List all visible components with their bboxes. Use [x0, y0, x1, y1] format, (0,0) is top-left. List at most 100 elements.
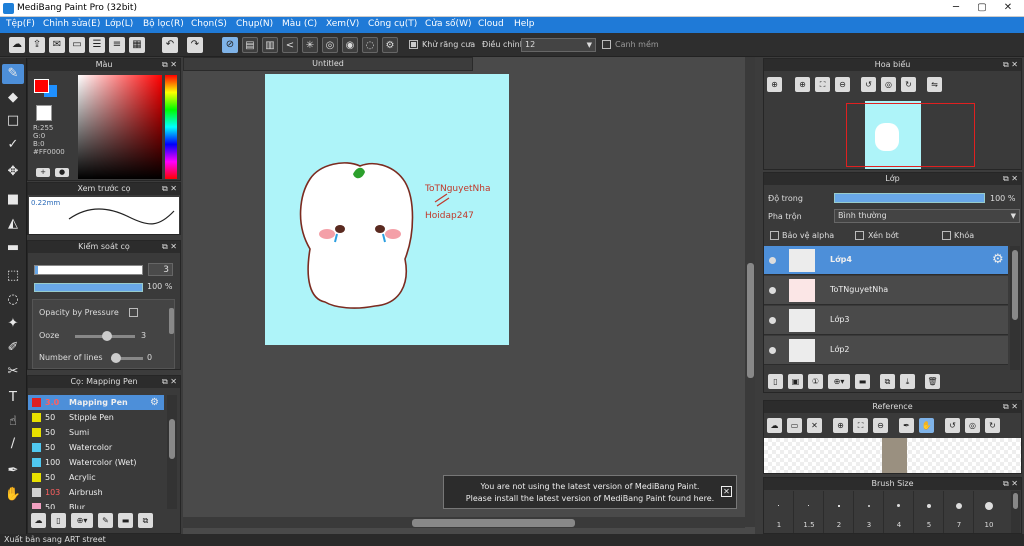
- eyedropper-icon[interactable]: ✒: [899, 418, 914, 433]
- brush-size-option[interactable]: 1.5: [794, 491, 824, 533]
- visibility-icon[interactable]: [769, 347, 776, 354]
- document-icon[interactable]: ☰: [89, 37, 105, 53]
- dot-tool-icon[interactable]: □: [2, 111, 24, 131]
- brush-item-mapping-pen[interactable]: 3.0 Mapping Pen ⚙: [28, 395, 164, 410]
- menu-help[interactable]: Help: [514, 19, 535, 29]
- cross-snap-icon[interactable]: ▥: [262, 37, 278, 53]
- add-brush-menu-icon[interactable]: ⊕▾: [71, 513, 93, 528]
- new-brush-icon[interactable]: ▯: [51, 513, 66, 528]
- layer-list-scrollbar[interactable]: [1010, 246, 1020, 370]
- menu-cloud[interactable]: Cloud: [478, 19, 504, 29]
- brush-size-option[interactable]: 7: [944, 491, 974, 533]
- panel-controls-icon[interactable]: ⧉ ✕: [162, 376, 177, 388]
- panel-controls-icon[interactable]: ⧉ ✕: [162, 183, 177, 195]
- cloud-icon[interactable]: ☁: [9, 37, 25, 53]
- hand-icon[interactable]: ✋: [919, 418, 934, 433]
- document-tab[interactable]: Untitled: [183, 57, 473, 71]
- edit-brush-icon[interactable]: ✎: [98, 513, 113, 528]
- chat-icon[interactable]: ▭: [69, 37, 85, 53]
- zoom-in-icon[interactable]: ⊕: [833, 418, 848, 433]
- rotate-reset-icon[interactable]: ◎: [881, 77, 896, 92]
- panel-controls-icon[interactable]: ⧉ ✕: [1003, 478, 1018, 490]
- menu-color[interactable]: Màu (C): [282, 19, 317, 29]
- rotate-reset-icon[interactable]: ◎: [965, 418, 980, 433]
- pen-tool-icon[interactable]: ✓: [2, 135, 24, 155]
- layer-row[interactable]: Lớp3: [764, 306, 1008, 335]
- navigator-preview[interactable]: [764, 97, 1021, 169]
- navigator-viewport[interactable]: [846, 103, 975, 167]
- brush-opacity-slider[interactable]: [34, 283, 143, 292]
- layer-row[interactable]: Lớp2: [764, 336, 1008, 365]
- eyedropper-color-icon[interactable]: ●: [55, 168, 69, 177]
- panel-controls-icon[interactable]: ⧉ ✕: [162, 59, 177, 71]
- menu-edit[interactable]: Chỉnh sửa(E): [43, 19, 100, 29]
- antialias-checkbox[interactable]: [409, 40, 418, 49]
- brush-size-option[interactable]: 1: [764, 491, 794, 533]
- cloud-brush-icon[interactable]: ☁: [31, 513, 46, 528]
- brush-size-option[interactable]: 4: [884, 491, 914, 533]
- brush-size-slider[interactable]: [34, 265, 143, 275]
- brush-size-option[interactable]: 10: [974, 491, 1004, 533]
- layer-opacity-slider[interactable]: [834, 193, 985, 203]
- minimize-button[interactable]: ─: [943, 0, 969, 16]
- panel-controls-icon[interactable]: ⧉ ✕: [1003, 173, 1018, 185]
- brush-size-scroll-thumb[interactable]: [1013, 493, 1018, 509]
- hue-slider[interactable]: [165, 75, 177, 179]
- eraser-tool-icon[interactable]: ◆: [2, 88, 24, 108]
- menu-layer[interactable]: Lớp(L): [105, 19, 133, 29]
- brush-item-sumi[interactable]: 50 Sumi: [28, 425, 164, 440]
- brush-size-option[interactable]: 3: [854, 491, 884, 533]
- panel-controls-icon[interactable]: ⧉ ✕: [1003, 401, 1018, 413]
- layer-list-scroll-thumb[interactable]: [1012, 250, 1018, 320]
- brush-item-stipple-pen[interactable]: 50 Stipple Pen: [28, 410, 164, 425]
- rotate-left-icon[interactable]: ↺: [945, 418, 960, 433]
- brush-tool-icon[interactable]: ✎: [2, 64, 24, 84]
- snap-off-icon[interactable]: ⊘: [222, 37, 238, 53]
- grid-icon[interactable]: ▦: [129, 37, 145, 53]
- settings-snap-icon[interactable]: ⚙: [382, 37, 398, 53]
- smooth-checkbox[interactable]: [602, 40, 611, 49]
- brush-item-watercolor-wet[interactable]: 100 Watercolor (Wet): [28, 455, 164, 470]
- reference-image-area[interactable]: [764, 438, 1021, 473]
- lock-checkbox[interactable]: [942, 231, 951, 240]
- hand-tool-icon[interactable]: ✋: [2, 485, 24, 505]
- fill-rect-tool-icon[interactable]: ■: [2, 190, 24, 210]
- drawing-canvas[interactable]: ToTNguyetNha Hoidap247: [265, 74, 509, 345]
- circle-snap-icon[interactable]: ◎: [322, 37, 338, 53]
- update-notification[interactable]: You are not using the latest version of …: [443, 475, 737, 509]
- opacity-pressure-checkbox[interactable]: [129, 308, 138, 317]
- operation-tool-icon[interactable]: ☝: [2, 412, 24, 432]
- panel-controls-icon[interactable]: ⧉ ✕: [162, 241, 177, 253]
- panel-controls-icon[interactable]: ⧉ ✕: [1003, 59, 1018, 71]
- ooze-slider-thumb[interactable]: [102, 331, 112, 341]
- share-icon[interactable]: ⇪: [29, 37, 45, 53]
- new-1bit-layer-icon[interactable]: ①: [808, 374, 823, 389]
- adjust-select[interactable]: 12 ▼: [521, 38, 596, 52]
- primary-color-swatch[interactable]: [34, 79, 49, 93]
- ellipse-snap-icon[interactable]: ◌: [362, 37, 378, 53]
- canvas-area[interactable]: Untitled ToTNguyetNha Hoidap247: [183, 57, 755, 534]
- brush-size-scrollbar[interactable]: [1011, 491, 1020, 533]
- brush-list-scroll-thumb[interactable]: [169, 419, 175, 459]
- new-halftone-layer-icon[interactable]: ▣: [788, 374, 803, 389]
- rotate-left-icon[interactable]: ↺: [861, 77, 876, 92]
- fit-icon[interactable]: ⛶: [853, 418, 868, 433]
- brush-item-blur[interactable]: 50 Blur: [28, 500, 164, 509]
- brush-item-airbrush[interactable]: 103 Airbrush: [28, 485, 164, 500]
- zoom-out-icon[interactable]: ⊖: [873, 418, 888, 433]
- settings-scrollbar[interactable]: [169, 308, 174, 334]
- folder-icon[interactable]: ▬: [118, 513, 133, 528]
- canvas-vertical-scroll-thumb[interactable]: [747, 263, 754, 378]
- bucket-tool-icon[interactable]: ◭: [2, 214, 24, 234]
- add-layer-menu-icon[interactable]: ⊕▾: [828, 374, 850, 389]
- ooze-slider[interactable]: [75, 331, 135, 341]
- magic-wand-icon[interactable]: ✦: [2, 314, 24, 334]
- select-eraser-icon[interactable]: ✂: [2, 362, 24, 382]
- visibility-icon[interactable]: [769, 317, 776, 324]
- cloud-reference-icon[interactable]: ☁: [767, 418, 782, 433]
- close-reference-icon[interactable]: ✕: [807, 418, 822, 433]
- layer-row[interactable]: ToTNguyetNha: [764, 276, 1008, 305]
- list-icon[interactable]: ≡: [109, 37, 125, 53]
- lines-slider[interactable]: [111, 353, 143, 363]
- blend-mode-select[interactable]: Bình thường ▼: [834, 209, 1020, 223]
